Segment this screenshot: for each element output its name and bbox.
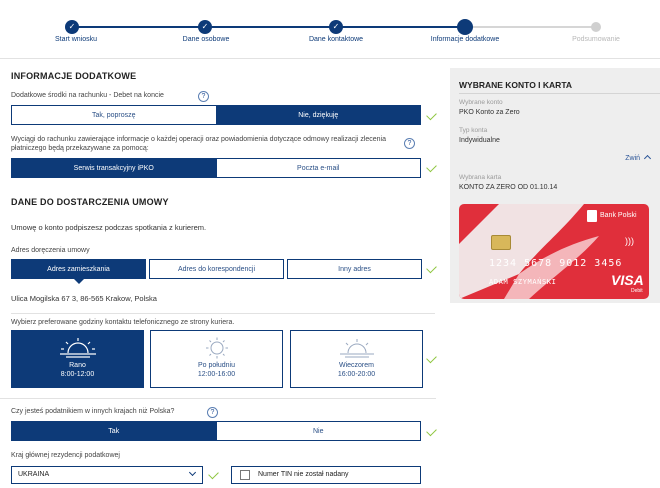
section-heading-additional: INFORMACJE DODATKOWE — [11, 71, 137, 81]
step-label-additional: Informacje dodatkowe — [430, 36, 500, 43]
tax-country-select[interactable]: UKRAINA — [11, 466, 203, 484]
sunset-icon — [339, 339, 374, 358]
panel-divider — [459, 93, 660, 94]
debit-option-no[interactable]: Nie, dziękuję — [216, 106, 420, 124]
delivery-divider — [11, 313, 435, 314]
step-3-check-icon: ✓ — [329, 20, 343, 34]
visa-debit-label: Debit — [631, 288, 643, 294]
tax-option-yes[interactable]: Tak — [12, 422, 217, 440]
chevron-up-icon — [643, 154, 652, 163]
delivery-address-value: Ulica Mogilska 67 3, 86-565 Krakow, Pols… — [11, 294, 157, 303]
tax-divider — [0, 398, 436, 399]
debit-valid-check-icon — [426, 109, 437, 121]
contact-hours-label: Wybierz preferowane godziny kontaktu tel… — [11, 319, 235, 326]
debit-help-icon[interactable]: ? — [198, 91, 209, 102]
hours-morning-time: 8:00-12:00 — [60, 371, 95, 378]
panel-title: WYBRANE KONTO I KARTA — [459, 80, 573, 90]
stepper-divider — [0, 58, 660, 59]
hours-morning-name: Rano — [69, 362, 86, 369]
debit-toggle: Tak, poproszę Nie, dziękuję — [11, 105, 421, 125]
sunrise-icon — [59, 338, 96, 358]
tax-country-value: UKRAINA — [18, 471, 50, 478]
visa-logo: VISA — [611, 272, 644, 288]
delivery-address-tabs: Adres zamieszkania Adres do korespondenc… — [11, 259, 422, 284]
card-number: 1234 5678 9012 3456 — [489, 258, 623, 269]
account-type-value: Indywidualne — [459, 137, 500, 144]
hours-tile-evening[interactable]: Wieczorem 16:00-20:00 — [290, 330, 423, 388]
step-label-summary: Podsumowanie — [572, 36, 620, 43]
selected-account-panel: WYBRANE KONTO I KARTA Wybrane konto PKO … — [450, 68, 660, 303]
debit-option-yes[interactable]: Tak, poproszę — [12, 106, 217, 124]
account-type-label: Typ konta — [459, 127, 488, 134]
step-1-check-icon: ✓ — [65, 20, 79, 34]
hours-tile-morning[interactable]: Rano 8:00-12:00 — [11, 330, 144, 388]
statement-valid-check-icon — [426, 161, 437, 173]
debit-label: Dodatkowe środki na rachunku - Debet na … — [11, 92, 164, 99]
tax-country-label: Kraj głównej rezydencji podatkowej — [11, 452, 120, 459]
statement-option-ipko[interactable]: Serwis transakcyjny iPKO — [12, 159, 217, 177]
sun-icon — [205, 337, 228, 359]
tin-not-assigned-checkbox[interactable] — [240, 470, 250, 480]
hours-afternoon-name: Po południu — [198, 362, 235, 369]
delivery-address-label: Adres doręczenia umowy — [11, 247, 90, 254]
statement-option-email[interactable]: Poczta e-mail — [216, 159, 420, 177]
address-option-residence[interactable]: Adres zamieszkania — [11, 259, 146, 284]
stepper-line-todo — [460, 26, 596, 28]
step-2-check-icon: ✓ — [198, 20, 212, 34]
statement-channel-label: Wyciągi do rachunku zawierające informac… — [11, 136, 387, 152]
card-chip-icon — [491, 235, 511, 250]
step-label-personal[interactable]: Dane osobowe — [183, 36, 230, 43]
country-valid-check-icon — [208, 468, 219, 480]
hours-afternoon-time: 12:00-16:00 — [197, 371, 236, 378]
address-option-correspondence[interactable]: Adres do korespondencji — [149, 259, 284, 279]
hours-valid-check-icon — [426, 352, 437, 364]
hours-evening-name: Wieczorem — [338, 362, 374, 369]
card-bank-name: Bank Polski — [600, 212, 637, 219]
contactless-icon: ))) — [625, 236, 634, 246]
step-label-start[interactable]: Start wniosku — [55, 36, 97, 43]
account-label: Wybrane konto — [459, 99, 503, 106]
card-label: Wybrana karta — [459, 174, 502, 181]
section-heading-delivery: DANE DO DOSTARCZENIA UMOWY — [11, 197, 169, 207]
card-value: KONTO ZA ZERO OD 01.10.14 — [459, 184, 558, 191]
tax-toggle: Tak Nie — [11, 421, 421, 441]
card-holder-name: ADAM SZYMAŃSKI — [489, 278, 557, 286]
address-option-other[interactable]: Inny adres — [287, 259, 422, 279]
step-4-current-icon — [457, 19, 473, 35]
tax-option-no[interactable]: Nie — [216, 422, 420, 440]
step-label-contact[interactable]: Dane kontaktowe — [309, 36, 363, 43]
debit-card-image: Bank Polski ))) 1234 5678 9012 3456 ADAM… — [459, 204, 649, 299]
tax-valid-check-icon — [426, 425, 437, 437]
stepper-line-done — [72, 26, 460, 28]
hours-evening-time: 16:00-20:00 — [337, 371, 376, 378]
delivery-intro-text: Umowę o konto podpiszesz podczas spotkan… — [11, 223, 207, 232]
tin-not-assigned-label: Numer TIN nie został nadany — [258, 471, 349, 478]
address-valid-check-icon — [426, 262, 437, 274]
statement-help-icon[interactable]: ? — [404, 138, 415, 149]
pko-logo-icon — [587, 210, 597, 222]
hours-tile-afternoon[interactable]: Po południu 12:00-16:00 — [150, 330, 283, 388]
collapse-link[interactable]: Zwiń — [625, 154, 652, 163]
account-value: PKO Konto za Zero — [459, 109, 520, 116]
tax-help-icon[interactable]: ? — [207, 407, 218, 418]
statement-channel-toggle: Serwis transakcyjny iPKO Poczta e-mail — [11, 158, 421, 178]
tax-question-label: Czy jesteś podatnikiem w innych krajach … — [11, 408, 175, 415]
step-5-future-icon — [591, 22, 601, 32]
collapse-label: Zwiń — [625, 155, 641, 162]
